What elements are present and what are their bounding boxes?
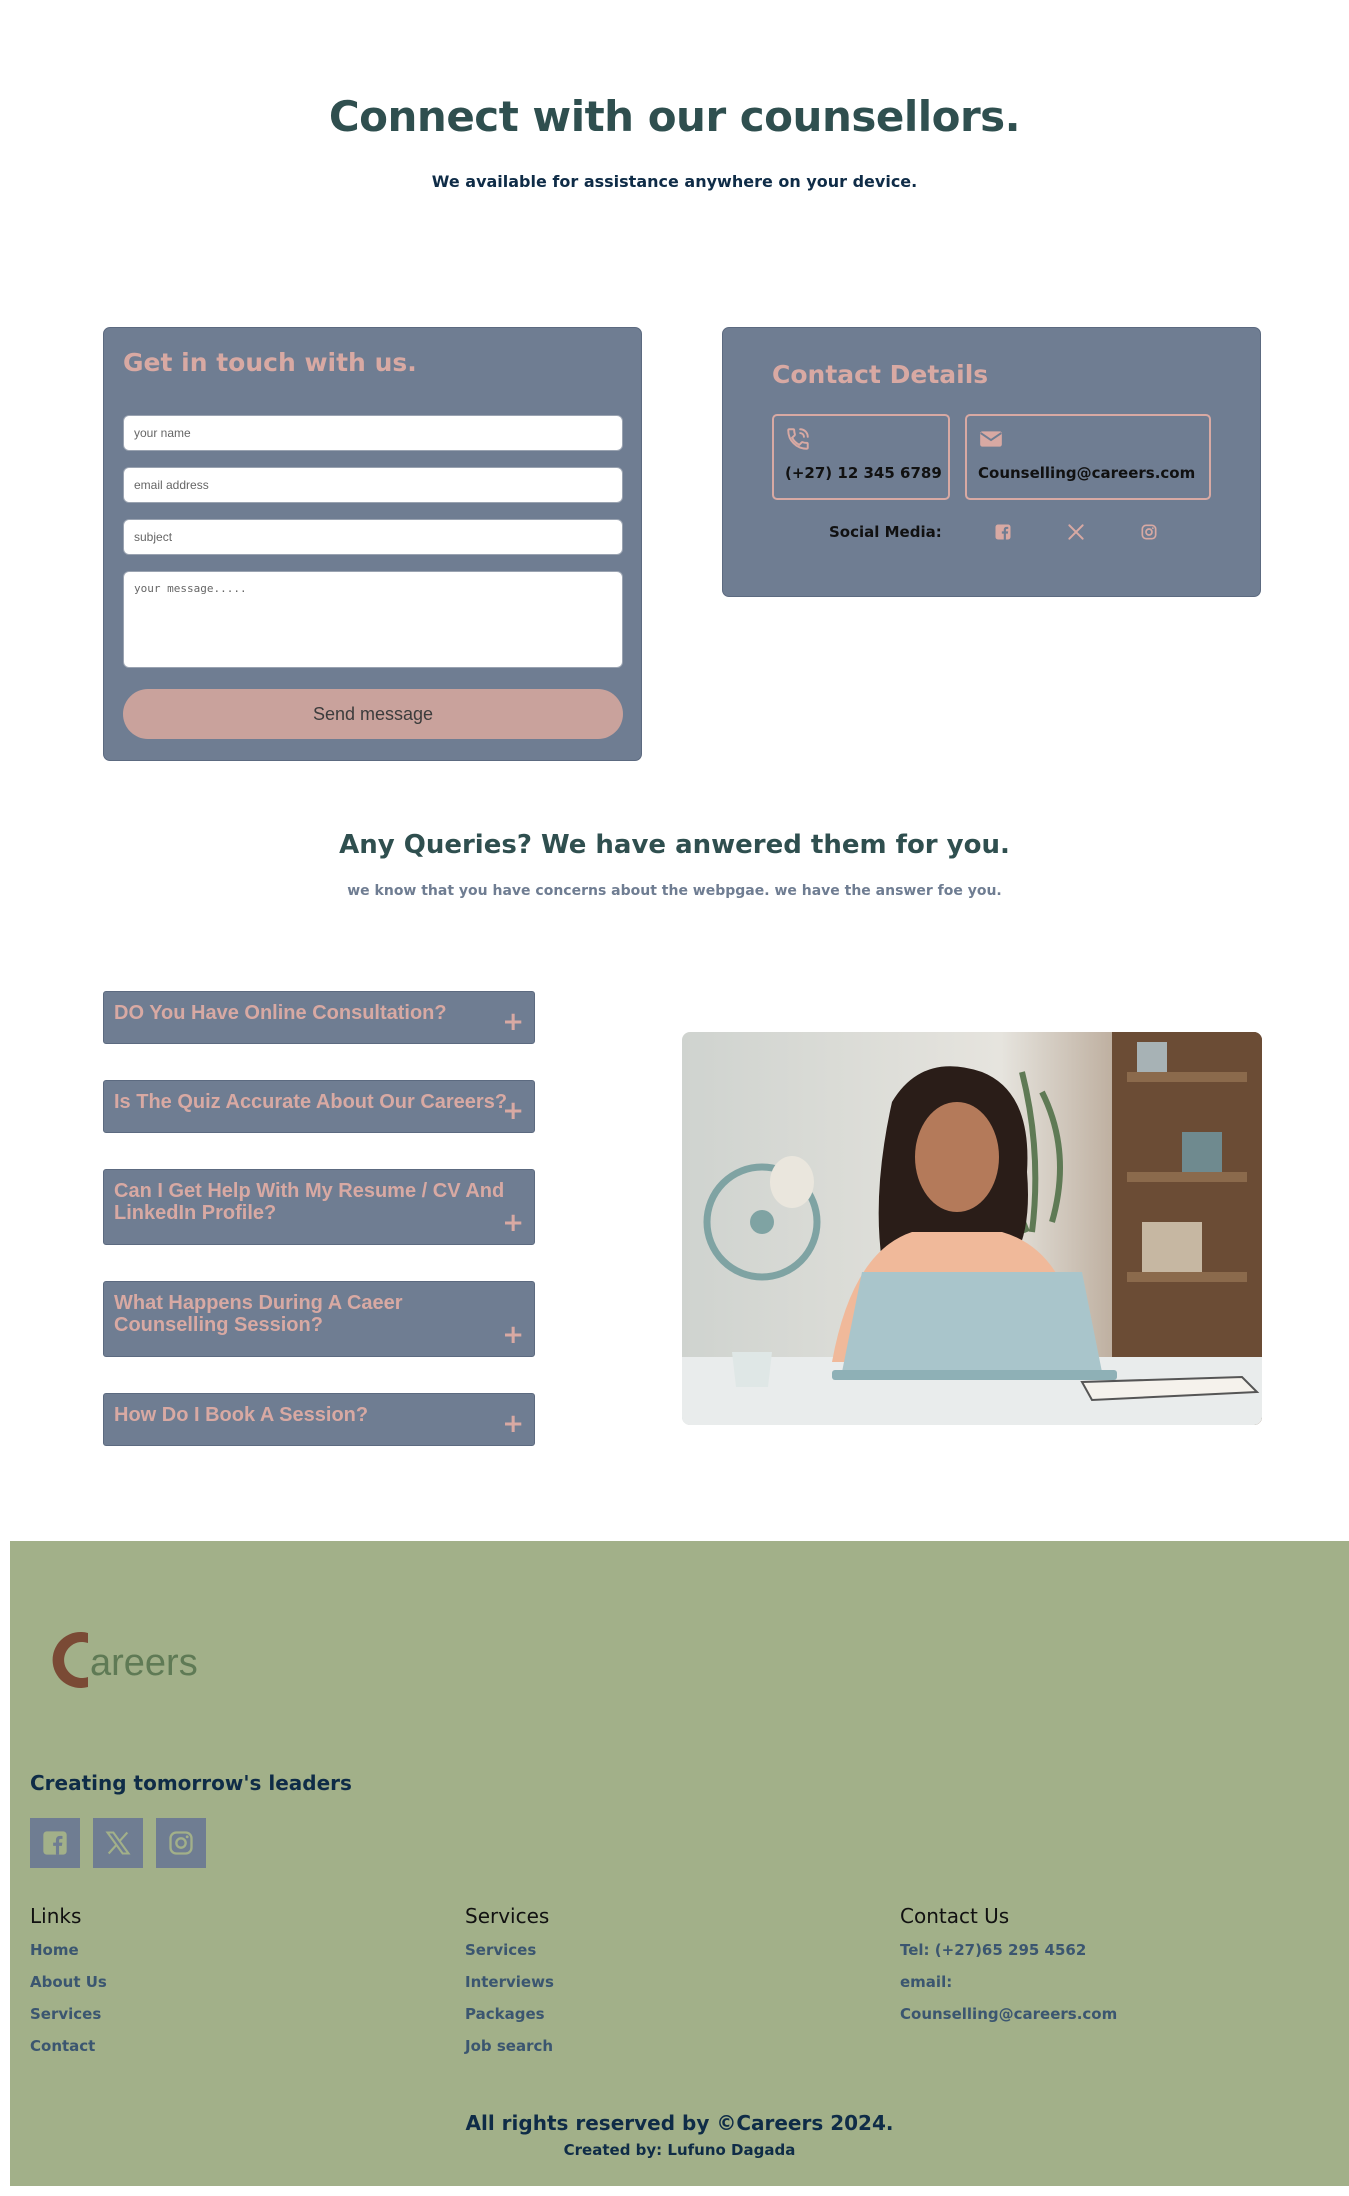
faq-question: Is The Quiz Accurate About Our Careers? bbox=[114, 1091, 508, 1113]
email-input[interactable]: email address bbox=[123, 467, 623, 503]
faq-subtitle: we know that you have concerns about the… bbox=[347, 883, 1002, 899]
email-box[interactable]: Counselling@careers.com bbox=[965, 414, 1211, 500]
faq-item[interactable]: DO You Have Online Consultation? + bbox=[103, 991, 535, 1044]
footer-links-heading: Links bbox=[30, 1904, 82, 1928]
faq-question: DO You Have Online Consultation? bbox=[114, 1002, 447, 1024]
social-media-label: Social Media: bbox=[829, 523, 942, 541]
instagram-icon bbox=[169, 1831, 193, 1855]
faq-question: How Do I Book A Session? bbox=[114, 1404, 369, 1426]
subject-input[interactable]: subject bbox=[123, 519, 623, 555]
plus-icon[interactable]: + bbox=[502, 1322, 524, 1348]
footer-facebook-button[interactable] bbox=[30, 1818, 80, 1868]
footer-service-interviews[interactable]: Interviews bbox=[465, 1966, 554, 1998]
faq-item[interactable]: What Happens During A Caeer Counselling … bbox=[103, 1281, 535, 1357]
plus-icon[interactable]: + bbox=[502, 1098, 524, 1124]
footer-contact-heading: Contact Us bbox=[900, 1904, 1010, 1928]
envelope-icon bbox=[980, 431, 1002, 447]
form-title: Get in touch with us. bbox=[123, 348, 417, 377]
footer-link-contact[interactable]: Contact bbox=[30, 2030, 107, 2062]
footer: areers Creating tomorrow's leaders Links… bbox=[10, 1541, 1349, 2186]
faq-item[interactable]: Is The Quiz Accurate About Our Careers? … bbox=[103, 1080, 535, 1133]
phone-icon bbox=[787, 428, 809, 450]
footer-services-column: Services Services Interviews Packages Jo… bbox=[465, 1904, 554, 2062]
email-address: Counselling@careers.com bbox=[978, 464, 1196, 482]
phone-box[interactable]: (+27) 12 345 6789 bbox=[772, 414, 950, 500]
footer-link-services[interactable]: Services bbox=[30, 1998, 107, 2030]
x-icon bbox=[105, 1831, 131, 1855]
message-textarea[interactable]: your message..... bbox=[123, 571, 623, 668]
footer-email-label: email: bbox=[900, 1973, 953, 1991]
contact-title: Contact Details bbox=[772, 360, 989, 389]
faq-title: Any Queries? We have anwered them for yo… bbox=[339, 830, 1010, 860]
footer-link-about[interactable]: About Us bbox=[30, 1966, 107, 1998]
footer-services-heading: Services bbox=[465, 1904, 550, 1928]
footer-service-services[interactable]: Services bbox=[465, 1934, 554, 1966]
contact-form-card: Get in touch with us. your name email ad… bbox=[103, 327, 642, 761]
faq-question: What Happens During A Caeer Counselling … bbox=[114, 1292, 403, 1336]
counsellor-photo bbox=[682, 1032, 1262, 1425]
footer-instagram-button[interactable] bbox=[156, 1818, 206, 1868]
phone-number: (+27) 12 345 6789 bbox=[785, 464, 942, 482]
footer-contact-column: Contact Us Tel: (+27)65 295 4562 email: … bbox=[900, 1904, 1117, 2030]
footer-service-packages[interactable]: Packages bbox=[465, 1998, 554, 2030]
careers-logo[interactable]: areers bbox=[50, 1625, 210, 1695]
footer-x-button[interactable] bbox=[93, 1818, 143, 1868]
facebook-icon[interactable] bbox=[993, 522, 1013, 542]
faq-item[interactable]: Can I Get Help With My Resume / CV And L… bbox=[103, 1169, 535, 1245]
send-message-button[interactable]: Send message bbox=[123, 689, 623, 739]
page-title: Connect with our counsellors. bbox=[328, 92, 1021, 141]
footer-links-column: Links Home About Us Services Contact bbox=[30, 1904, 107, 2062]
facebook-icon bbox=[43, 1831, 67, 1855]
plus-icon[interactable]: + bbox=[502, 1009, 524, 1035]
x-icon[interactable] bbox=[1066, 522, 1086, 542]
copyright-text: All rights reserved by ©Careers 2024. bbox=[465, 2111, 894, 2135]
svg-text:areers: areers bbox=[90, 1642, 198, 1684]
contact-details-card: Contact Details (+27) 12 345 6789 Counse… bbox=[722, 327, 1261, 597]
plus-icon[interactable]: + bbox=[502, 1210, 524, 1236]
faq-question: Can I Get Help With My Resume / CV And L… bbox=[114, 1180, 505, 1224]
faq-item[interactable]: How Do I Book A Session? + bbox=[103, 1393, 535, 1446]
name-input[interactable]: your name bbox=[123, 415, 623, 451]
page-subtitle: We available for assistance anywhere on … bbox=[431, 172, 918, 191]
created-by-text: Created by: Lufuno Dagada bbox=[563, 2141, 796, 2159]
footer-link-home[interactable]: Home bbox=[30, 1934, 107, 1966]
footer-tagline: Creating tomorrow's leaders bbox=[30, 1771, 352, 1795]
footer-tel: Tel: (+27)65 295 4562 bbox=[900, 1941, 1087, 1959]
footer-email-link[interactable]: Counselling@careers.com bbox=[900, 1998, 1117, 2030]
instagram-icon[interactable] bbox=[1139, 522, 1159, 542]
footer-service-job-search[interactable]: Job search bbox=[465, 2030, 554, 2062]
plus-icon[interactable]: + bbox=[502, 1411, 524, 1437]
